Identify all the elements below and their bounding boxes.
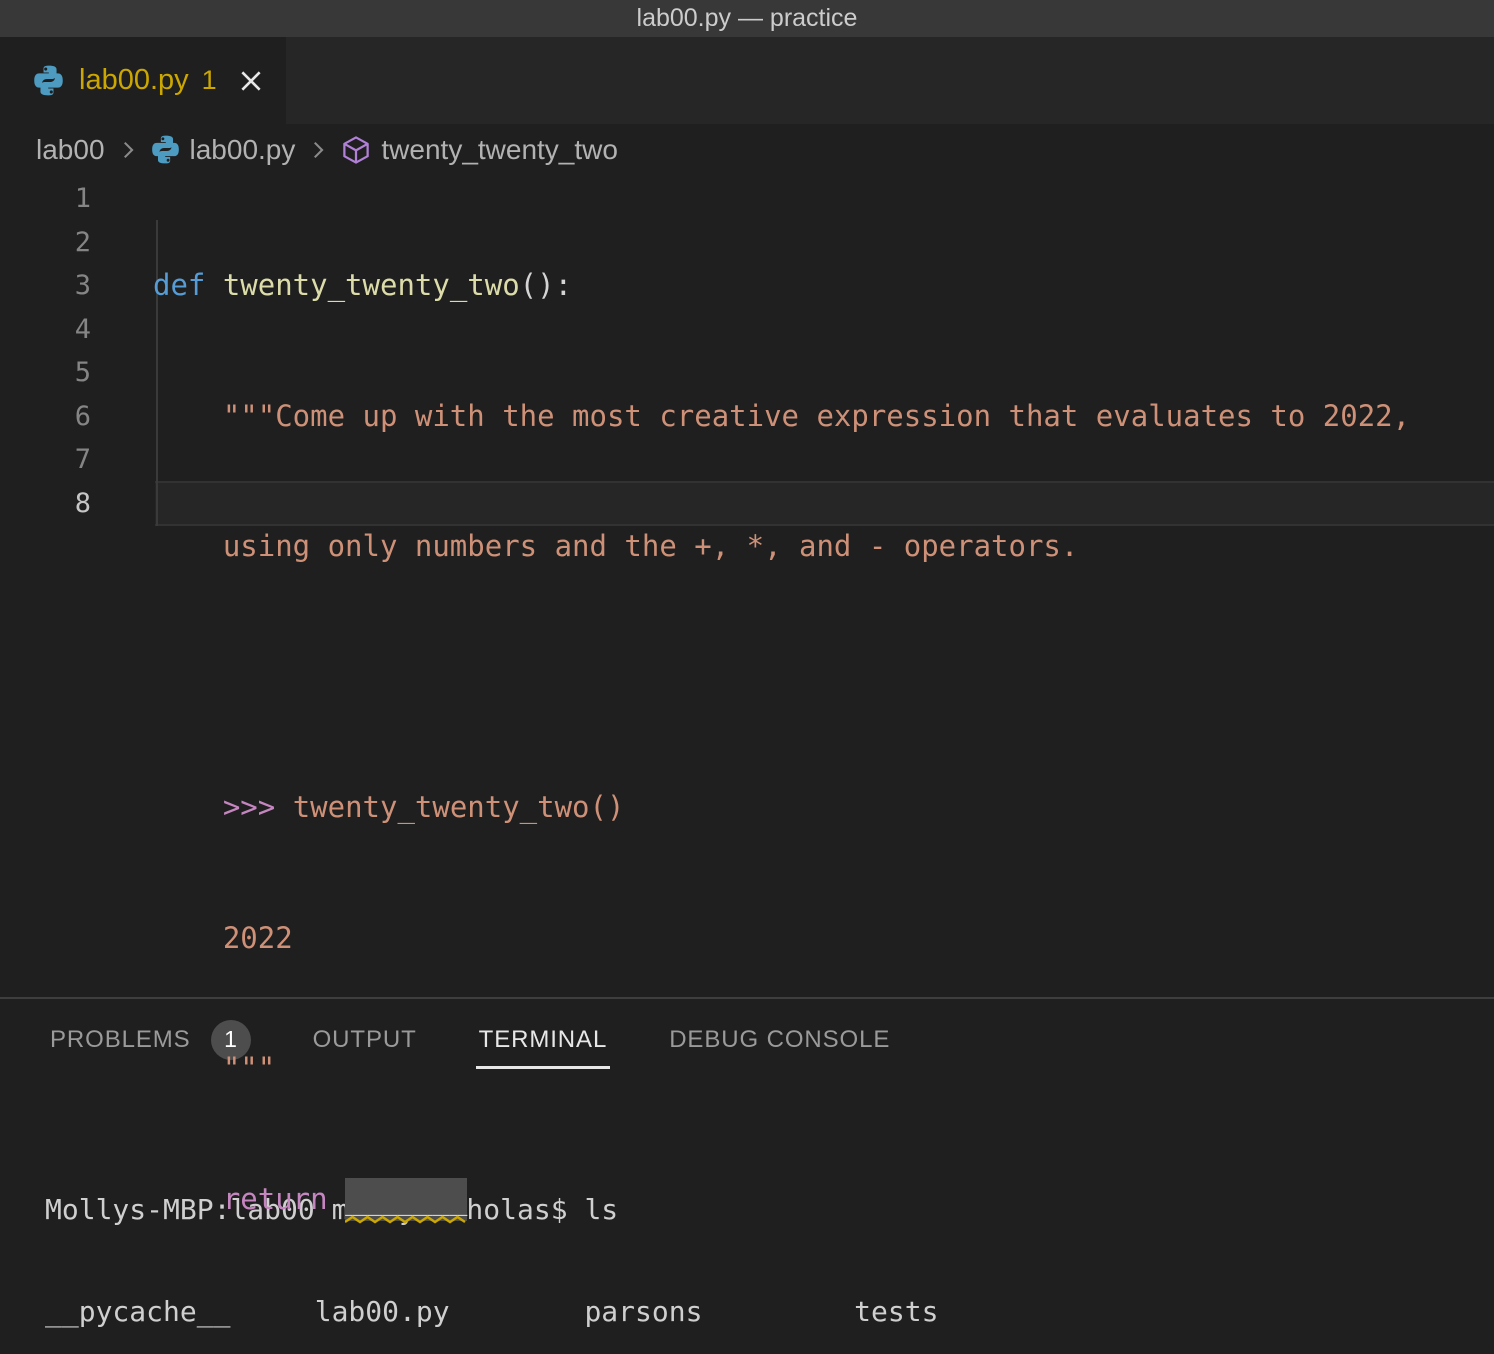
python-file-icon — [151, 135, 180, 164]
chevron-right-icon — [305, 137, 331, 163]
symbol-cube-icon — [341, 135, 371, 165]
window-title-bar: lab00.py — practice — [0, 0, 1494, 37]
tab-problems-count: 1 — [202, 65, 217, 96]
tab-label: lab00.py — [79, 64, 189, 97]
code-editor[interactable]: 1 2 3 4 5 6 7 8 def twenty_twenty_two():… — [0, 175, 1494, 997]
function-name: twenty_twenty_two — [223, 268, 520, 302]
keyword-return: return — [153, 1182, 345, 1216]
keyword-def: def — [153, 268, 223, 302]
doctest-call: twenty_twenty_two() — [293, 790, 625, 824]
close-icon — [238, 68, 264, 94]
code-line[interactable]: >>> twenty_twenty_two() — [153, 786, 1494, 830]
tab-close-button[interactable] — [236, 66, 266, 96]
line-number[interactable]: 1 — [0, 177, 153, 221]
code-line[interactable]: using only numbers and the +, *, and - o… — [153, 525, 1494, 569]
python-file-icon — [33, 65, 64, 96]
line-number[interactable]: 2 — [0, 221, 153, 265]
code-line[interactable]: """Come up with the most creative expres… — [153, 395, 1494, 439]
line-number[interactable]: 5 — [0, 351, 153, 395]
placeholder-underscores: _______ — [345, 1182, 467, 1216]
code-line[interactable]: """ — [153, 1047, 1494, 1091]
breadcrumb-item-folder[interactable]: lab00 — [36, 134, 105, 166]
line-number[interactable]: 4 — [0, 308, 153, 352]
code-line[interactable] — [153, 656, 1494, 700]
editor-tab-lab00[interactable]: lab00.py 1 — [0, 37, 286, 124]
breadcrumb-item-symbol[interactable]: twenty_twenty_two — [381, 134, 618, 166]
punctuation: (): — [520, 268, 572, 302]
line-number[interactable]: 6 — [0, 395, 153, 439]
warning-squiggle-icon — [345, 1215, 468, 1224]
window-title: lab00.py — practice — [637, 4, 858, 33]
line-number[interactable]: 3 — [0, 264, 153, 308]
line-number[interactable]: 7 — [0, 438, 153, 482]
code-line[interactable]: return _______ — [153, 1178, 1494, 1222]
code-line[interactable]: 2022 — [153, 917, 1494, 961]
editor-tab-strip: lab00.py 1 — [0, 37, 1494, 124]
doctest-prompt: >>> — [153, 790, 293, 824]
chevron-right-icon — [115, 137, 141, 163]
code-content[interactable]: def twenty_twenty_two(): """Come up with… — [153, 177, 1494, 1308]
blank-placeholder[interactable]: _______ — [345, 1178, 467, 1222]
breadcrumb-item-file[interactable]: lab00.py — [190, 134, 296, 166]
line-number-gutter[interactable]: 1 2 3 4 5 6 7 8 — [0, 177, 153, 525]
breadcrumb: lab00 lab00.py twenty_twenty_two — [0, 124, 1494, 175]
code-line[interactable]: def twenty_twenty_two(): — [153, 264, 1494, 308]
line-number-active[interactable]: 8 — [0, 482, 153, 526]
